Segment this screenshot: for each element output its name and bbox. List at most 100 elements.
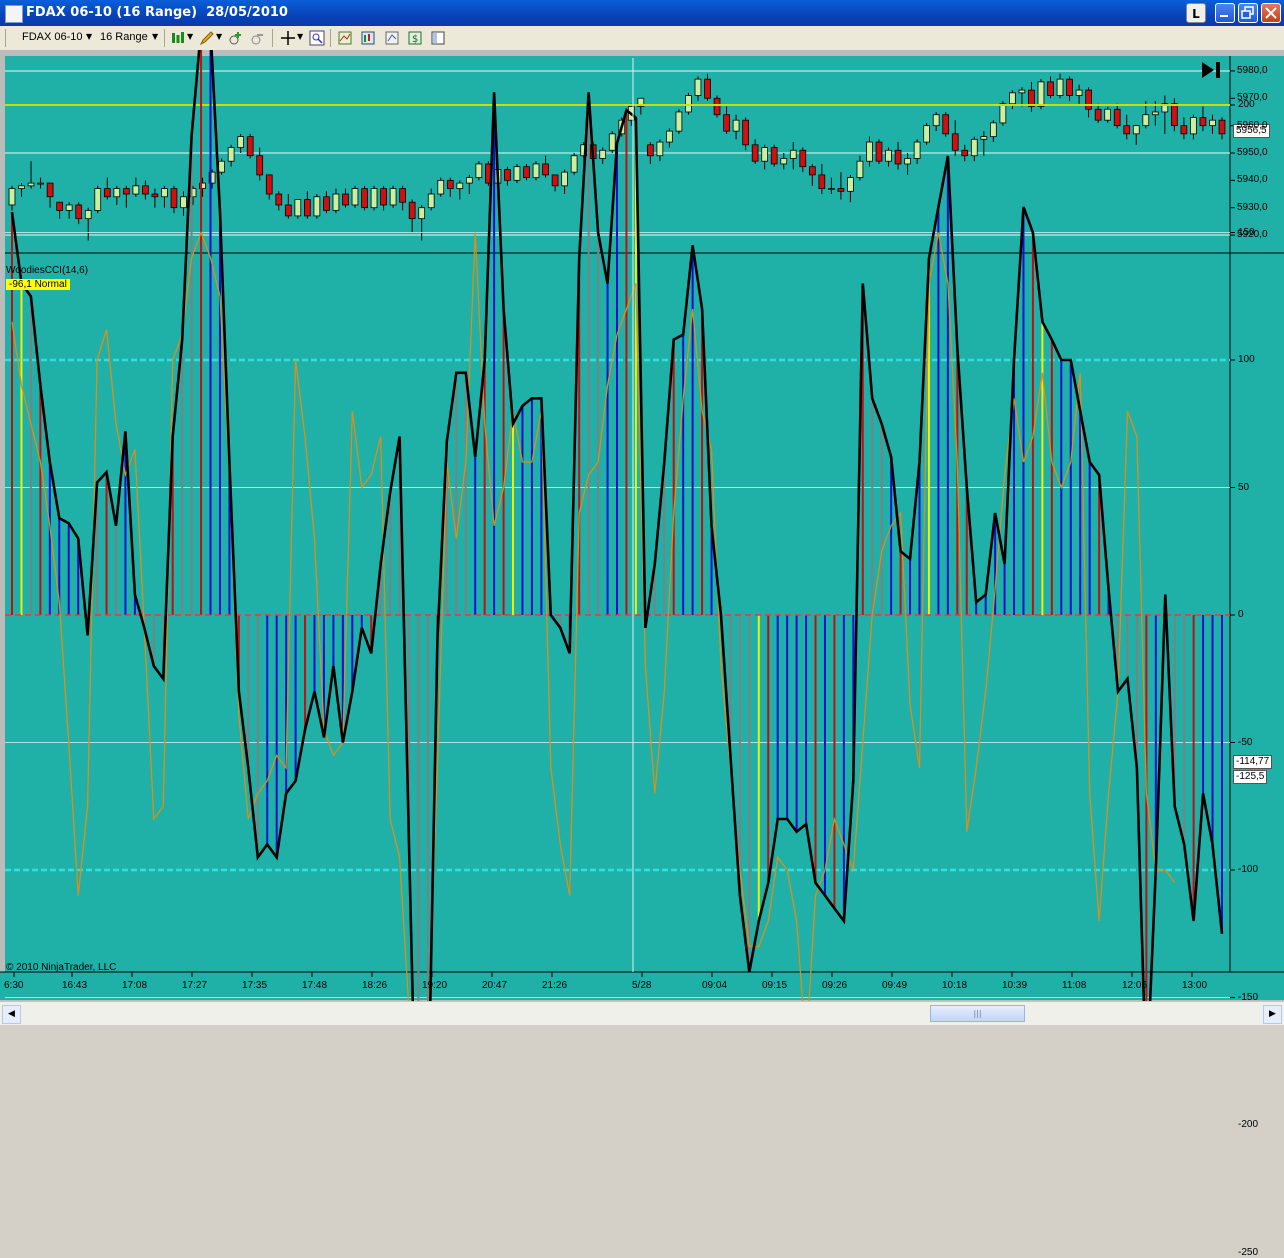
price-candle: [513, 166, 521, 181]
minimize-button[interactable]: [1215, 3, 1235, 23]
price-candle: [1047, 81, 1054, 96]
time-axis-label: 17:08: [122, 980, 148, 991]
price-candle: [237, 136, 245, 148]
price-candle: [265, 174, 273, 195]
bar-type-selector[interactable]: 16 Range: [100, 31, 148, 43]
scroll-right-button[interactable]: ▶: [1263, 1005, 1282, 1024]
price-candle: [789, 149, 797, 159]
price-candle: [704, 78, 711, 99]
time-axis-label: 6:30: [4, 980, 24, 991]
instrument-dropdown-icon[interactable]: ▼: [86, 32, 92, 41]
price-candle: [504, 169, 511, 181]
price-candle: [1209, 119, 1216, 127]
toolbar-separator: [330, 29, 331, 47]
price-candle: [961, 149, 969, 157]
price-candle: [770, 147, 778, 165]
price-candle: [256, 155, 264, 176]
price-candle: [84, 210, 92, 220]
price-candle: [1085, 89, 1092, 110]
price-candle: [646, 144, 654, 157]
chart-canvas[interactable]: [0, 50, 1284, 1024]
time-axis-label: 11:08: [1062, 980, 1087, 991]
cci-axis-label: -150: [1238, 991, 1259, 1003]
price-candle: [608, 133, 616, 151]
price-candle: [294, 199, 302, 217]
price-candle: [751, 144, 759, 162]
price-candle: [427, 193, 435, 209]
indicator-value-badge: -96,1 Normal: [6, 279, 70, 290]
price-candle: [1190, 117, 1197, 135]
time-axis-label: 16:43: [62, 980, 88, 991]
price-candle: [1132, 125, 1140, 135]
link-button[interactable]: L: [1186, 3, 1206, 23]
price-candle: [399, 188, 406, 203]
price-candle: [1151, 111, 1159, 116]
bar-type-dropdown-icon[interactable]: ▼: [152, 32, 158, 41]
scroll-left-button[interactable]: ◀: [2, 1005, 21, 1024]
price-candle: [456, 182, 464, 189]
price-candle: [932, 114, 940, 127]
drawing-tool-icon[interactable]: [199, 30, 215, 46]
price-candle: [475, 163, 483, 179]
price-candle: [122, 188, 130, 195]
close-button[interactable]: [1261, 3, 1281, 23]
price-candle: [323, 196, 330, 211]
time-axis-label: 09:49: [882, 980, 908, 991]
price-candle: [389, 188, 397, 206]
price-candle: [1123, 125, 1131, 135]
price-candle: [1218, 119, 1226, 135]
cci-axis-label: 200: [1238, 99, 1255, 110]
time-axis-label: 5/28: [632, 980, 652, 991]
price-candle: [1056, 78, 1064, 96]
price-candle: [542, 163, 549, 176]
minimize-icon: [1220, 15, 1228, 17]
price-candle: [713, 97, 721, 116]
price-candle: [180, 196, 187, 209]
zoom-out-icon[interactable]: [250, 30, 266, 46]
price-candle: [599, 149, 607, 159]
price-candle: [1075, 89, 1083, 96]
chart-style-icon[interactable]: [170, 30, 186, 46]
price-candle: [551, 174, 559, 187]
indicators-icon[interactable]: [337, 30, 353, 46]
zoom-in-icon[interactable]: [228, 30, 244, 46]
crosshair-dropdown-icon[interactable]: ▼: [297, 32, 303, 41]
crosshair-icon[interactable]: [280, 30, 296, 46]
price-candle: [465, 177, 473, 184]
price-candle: [913, 141, 921, 159]
turbo-value-tag: -125,5: [1233, 770, 1268, 784]
cci-axis-label: 100: [1238, 354, 1255, 365]
panel-layout-icon[interactable]: [430, 30, 446, 46]
price-candle: [1018, 89, 1026, 94]
chart-area[interactable]: [0, 50, 1284, 1024]
svg-text:$: $: [412, 34, 418, 45]
price-candle: [142, 185, 149, 195]
price-candle: [446, 179, 454, 189]
price-candle: [904, 158, 911, 165]
price-axis-label: 5950,0: [1237, 147, 1268, 158]
price-candle: [980, 136, 988, 140]
horizontal-scrollbar[interactable]: ◀ ||| ▶: [0, 1001, 1284, 1025]
price-candle: [742, 119, 749, 146]
time-axis-label: 18:26: [362, 980, 388, 991]
data-box-icon[interactable]: [309, 30, 325, 46]
price-candle: [246, 136, 254, 157]
window-titlebar[interactable]: FDAX 06-10 (16 Range) 28/05/2010 L: [0, 0, 1284, 26]
app-icon: [5, 5, 23, 23]
scroll-to-end-icon[interactable]: [1200, 60, 1222, 80]
cci-axis-label: 0: [1238, 609, 1244, 620]
instrument-selector[interactable]: FDAX 06-10: [22, 31, 83, 43]
save-template-icon[interactable]: $: [407, 30, 423, 46]
price-axis-label: 5940,0: [1237, 174, 1268, 186]
restore-button[interactable]: [1238, 3, 1258, 23]
properties-icon[interactable]: [384, 30, 400, 46]
price-candle: [94, 188, 102, 211]
drawing-tool-dropdown-icon[interactable]: ▼: [216, 32, 222, 41]
price-candle: [1180, 125, 1188, 135]
chart-style-dropdown-icon[interactable]: ▼: [187, 32, 193, 41]
scrollbar-thumb[interactable]: |||: [930, 1005, 1025, 1022]
price-candle: [923, 125, 930, 143]
strategies-icon[interactable]: [360, 30, 376, 46]
price-candle: [866, 141, 873, 162]
close-icon: [1265, 7, 1277, 19]
